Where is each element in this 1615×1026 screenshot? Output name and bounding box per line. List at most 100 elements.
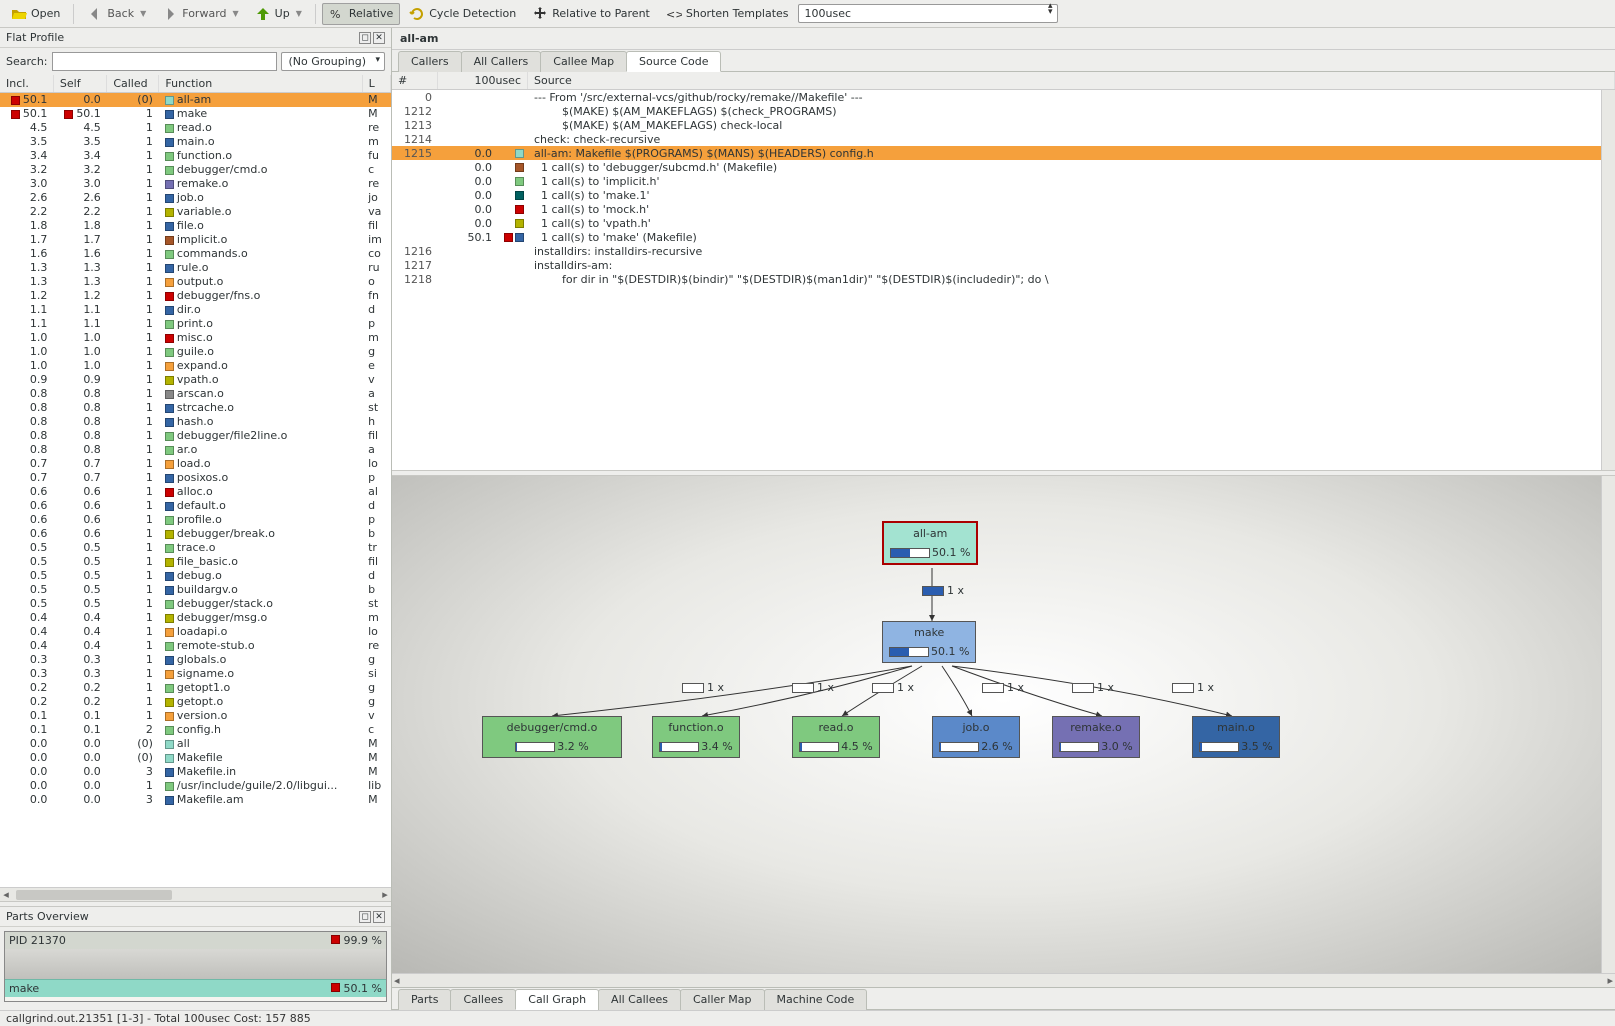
table-row[interactable]: 0.30.31globals.og [0,653,391,667]
tab[interactable]: Parts [398,989,451,1010]
back-button[interactable]: Back ▼ [80,3,153,25]
horizontal-scrollbar[interactable]: ◂▸ [392,973,1615,987]
table-row[interactable]: 1.11.11print.op [0,317,391,331]
table-row[interactable]: 0.40.41debugger/msg.om [0,611,391,625]
vertical-scrollbar[interactable] [1601,90,1615,470]
dropdown-icon[interactable]: ▼ [140,9,146,18]
source-line[interactable]: 1218 for dir in "$(DESTDIR)$(bindir)" "$… [392,272,1615,286]
close-icon[interactable]: ✕ [373,32,385,44]
table-row[interactable]: 3.43.41function.ofu [0,149,391,163]
graph-node[interactable]: job.o2.6 % [932,716,1020,758]
source-line[interactable]: 1216installdirs: installdirs-recursive [392,244,1615,258]
source-line[interactable]: 0.0 1 call(s) to 'make.1' [392,188,1615,202]
tab[interactable]: Callers [398,51,462,72]
table-row[interactable]: 3.23.21debugger/cmd.oc [0,163,391,177]
relative-parent-button[interactable]: Relative to Parent [525,3,657,25]
tab[interactable]: Machine Code [764,989,868,1010]
graph-node[interactable]: all-am50.1 % [882,521,978,565]
table-row[interactable]: 0.50.51buildargv.ob [0,583,391,597]
table-row[interactable]: 0.20.21getopt1.og [0,681,391,695]
table-row[interactable]: 1.11.11dir.od [0,303,391,317]
column-header[interactable]: Called [107,75,159,93]
cost-unit-combo[interactable]: 100usec [798,4,1058,23]
source-line[interactable]: 1213 $(MAKE) $(AM_MAKEFLAGS) check-local [392,118,1615,132]
table-row[interactable]: 0.00.03Makefile.inM [0,765,391,779]
source-line[interactable]: 0--- From '/src/external-vcs/github/rock… [392,90,1615,104]
source-line[interactable]: 1214check: check-recursive [392,132,1615,146]
table-row[interactable]: 50.150.11makeM [0,107,391,121]
flat-profile-table[interactable]: Incl.SelfCalledFunctionL 50.10.0(0)all-a… [0,75,391,887]
table-row[interactable]: 0.80.81ar.oa [0,443,391,457]
tab[interactable]: Callee Map [540,51,627,72]
tab[interactable]: Callees [450,989,516,1010]
vertical-scrollbar[interactable] [1601,476,1615,973]
cycle-button[interactable]: Cycle Detection [402,3,523,25]
table-row[interactable]: 1.21.21debugger/fns.ofn [0,289,391,303]
table-row[interactable]: 1.31.31rule.oru [0,261,391,275]
table-row[interactable]: 1.61.61commands.oco [0,247,391,261]
table-row[interactable]: 1.01.01expand.oe [0,359,391,373]
table-row[interactable]: 3.03.01remake.ore [0,177,391,191]
graph-node[interactable]: main.o3.5 % [1192,716,1280,758]
table-row[interactable]: 0.20.21getopt.og [0,695,391,709]
table-row[interactable]: 0.70.71posixos.op [0,471,391,485]
source-line[interactable]: 1212 $(MAKE) $(AM_MAKEFLAGS) $(check_PRO… [392,104,1615,118]
graph-node[interactable]: read.o4.5 % [792,716,880,758]
table-row[interactable]: 0.50.51debug.od [0,569,391,583]
source-line[interactable]: 1217installdirs-am: [392,258,1615,272]
grouping-combo[interactable]: (No Grouping) [281,52,385,71]
call-graph[interactable]: all-am50.1 %make50.1 %debugger/cmd.o3.2 … [392,476,1615,973]
table-row[interactable]: 0.00.01/usr/include/guile/2.0/libgui...l… [0,779,391,793]
table-row[interactable]: 3.53.51main.om [0,135,391,149]
graph-node[interactable]: remake.o3.0 % [1052,716,1140,758]
table-row[interactable]: 0.60.61profile.op [0,513,391,527]
table-row[interactable]: 0.00.0(0)allM [0,737,391,751]
detach-icon[interactable]: ◻ [359,911,371,923]
column-header[interactable]: L [362,75,390,93]
source-line[interactable]: 12150.0all-am: Makefile $(PROGRAMS) $(MA… [392,146,1615,160]
detach-icon[interactable]: ◻ [359,32,371,44]
tab[interactable]: All Callers [461,51,542,72]
table-row[interactable]: 0.60.61debugger/break.ob [0,527,391,541]
table-row[interactable]: 1.01.01guile.og [0,345,391,359]
source-line[interactable]: 0.0 1 call(s) to 'implicit.h' [392,174,1615,188]
close-icon[interactable]: ✕ [373,911,385,923]
table-row[interactable]: 0.30.31signame.osi [0,667,391,681]
graph-node[interactable]: function.o3.4 % [652,716,740,758]
source-line[interactable]: 0.0 1 call(s) to 'vpath.h' [392,216,1615,230]
table-row[interactable]: 0.10.12config.hc [0,723,391,737]
part-item[interactable]: PID 21370 99.9 % make 50.1 % [4,931,387,1002]
table-row[interactable]: 2.62.61job.ojo [0,191,391,205]
table-row[interactable]: 0.80.81hash.oh [0,415,391,429]
source-view[interactable]: 0--- From '/src/external-vcs/github/rock… [392,90,1615,470]
open-button[interactable]: Open [4,3,67,25]
table-row[interactable]: 0.60.61default.od [0,499,391,513]
table-row[interactable]: 0.50.51trace.otr [0,541,391,555]
table-row[interactable]: 0.10.11version.ov [0,709,391,723]
table-row[interactable]: 0.90.91vpath.ov [0,373,391,387]
table-row[interactable]: 0.80.81debugger/file2line.ofil [0,429,391,443]
table-row[interactable]: 0.40.41remote-stub.ore [0,639,391,653]
col-num[interactable]: # [392,72,438,89]
source-line[interactable]: 50.1 1 call(s) to 'make' (Makefile) [392,230,1615,244]
column-header[interactable]: Incl. [0,75,53,93]
table-row[interactable]: 2.22.21variable.ova [0,205,391,219]
relative-button[interactable]: % Relative [322,3,400,25]
table-row[interactable]: 0.00.0(0)MakefileM [0,751,391,765]
table-row[interactable]: 1.81.81file.ofil [0,219,391,233]
col-source[interactable]: Source [528,72,1615,89]
table-row[interactable]: 50.10.0(0)all-amM [0,93,391,108]
up-button[interactable]: Up ▼ [248,3,309,25]
tab[interactable]: Call Graph [515,989,599,1010]
table-row[interactable]: 0.80.81arscan.oa [0,387,391,401]
search-input[interactable] [52,52,278,71]
table-row[interactable]: 0.50.51file_basic.ofil [0,555,391,569]
tab[interactable]: Caller Map [680,989,765,1010]
table-row[interactable]: 0.50.51debugger/stack.ost [0,597,391,611]
tab[interactable]: All Callees [598,989,681,1010]
dropdown-icon[interactable]: ▼ [233,9,239,18]
graph-node[interactable]: debugger/cmd.o3.2 % [482,716,622,758]
table-row[interactable]: 0.40.41loadapi.olo [0,625,391,639]
horizontal-scrollbar[interactable]: ◂▸ [0,887,391,901]
source-line[interactable]: 0.0 1 call(s) to 'debugger/subcmd.h' (Ma… [392,160,1615,174]
